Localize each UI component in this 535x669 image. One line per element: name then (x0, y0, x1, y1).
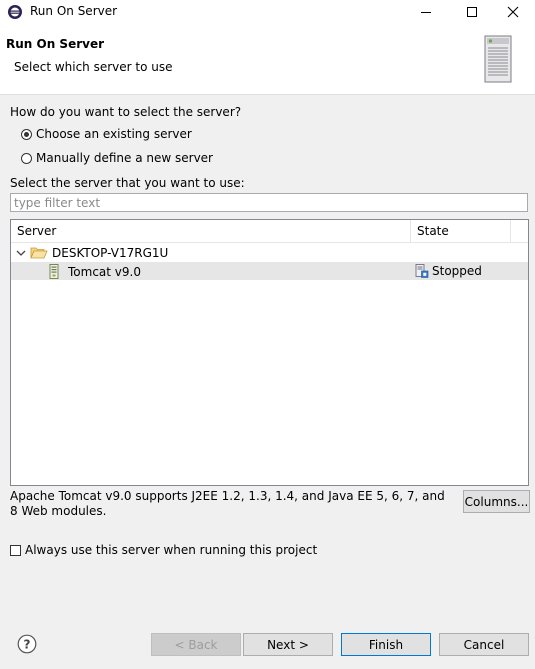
column-divider[interactable] (510, 220, 511, 242)
server-table[interactable]: Server State DESKTOP-V17RG1U Tomcat v9.0 (10, 219, 529, 486)
host-name: DESKTOP-V17RG1U (52, 246, 169, 260)
checkbox-unchecked-icon (10, 544, 21, 556)
server-rack-icon (484, 35, 512, 83)
column-divider[interactable] (410, 220, 411, 242)
svg-text:?: ? (24, 638, 31, 652)
eclipse-icon (8, 5, 22, 19)
column-state-header[interactable]: State (417, 224, 449, 238)
minimize-icon (421, 12, 431, 13)
finish-button[interactable]: Finish (341, 633, 431, 656)
always-use-label: Always use this server when running this… (25, 543, 318, 557)
close-button[interactable] (490, 0, 535, 24)
window-title: Run On Server (30, 4, 118, 18)
server-list-label: Select the server that you want to use: (10, 176, 245, 190)
title-bar: Run On Server (0, 0, 535, 24)
radio-manual-server[interactable]: Manually define a new server (21, 151, 213, 165)
server-name: Tomcat v9.0 (68, 264, 141, 279)
server-row[interactable]: Tomcat v9.0 Stopped (11, 262, 528, 280)
columns-button[interactable]: Columns... (463, 490, 530, 513)
header-title: Run On Server (6, 37, 105, 51)
radio-unchecked-icon (21, 152, 32, 164)
chevron-down-icon[interactable] (15, 247, 27, 259)
maximize-icon (467, 7, 477, 17)
table-header: Server State (11, 220, 528, 243)
server-description: Apache Tomcat v9.0 supports J2EE 1.2, 1.… (10, 489, 445, 518)
filter-input[interactable] (10, 193, 528, 212)
radio-manual-label: Manually define a new server (36, 151, 213, 165)
header-subtitle: Select which server to use (14, 60, 173, 74)
radio-checked-icon (21, 128, 32, 140)
radio-existing-label: Choose an existing server (36, 127, 192, 141)
selection-question: How do you want to select the server? (10, 105, 242, 119)
host-row[interactable]: DESKTOP-V17RG1U (11, 244, 528, 262)
back-button[interactable]: < Back (151, 633, 241, 656)
help-icon[interactable]: ? (17, 634, 37, 654)
server-stopped-icon (415, 264, 429, 278)
server-state: Stopped (432, 264, 482, 278)
close-icon (507, 6, 519, 18)
next-button[interactable]: Next > (243, 633, 333, 656)
always-use-checkbox[interactable]: Always use this server when running this… (10, 543, 317, 557)
column-server-header[interactable]: Server (17, 224, 56, 238)
wizard-header: Run On Server Select which server to use (0, 24, 535, 95)
cancel-button[interactable]: Cancel (439, 633, 529, 656)
minimize-button[interactable] (403, 0, 449, 24)
tomcat-server-icon (49, 264, 59, 279)
radio-existing-server[interactable]: Choose an existing server (21, 127, 192, 141)
maximize-button[interactable] (449, 0, 495, 24)
folder-open-icon (30, 247, 48, 259)
